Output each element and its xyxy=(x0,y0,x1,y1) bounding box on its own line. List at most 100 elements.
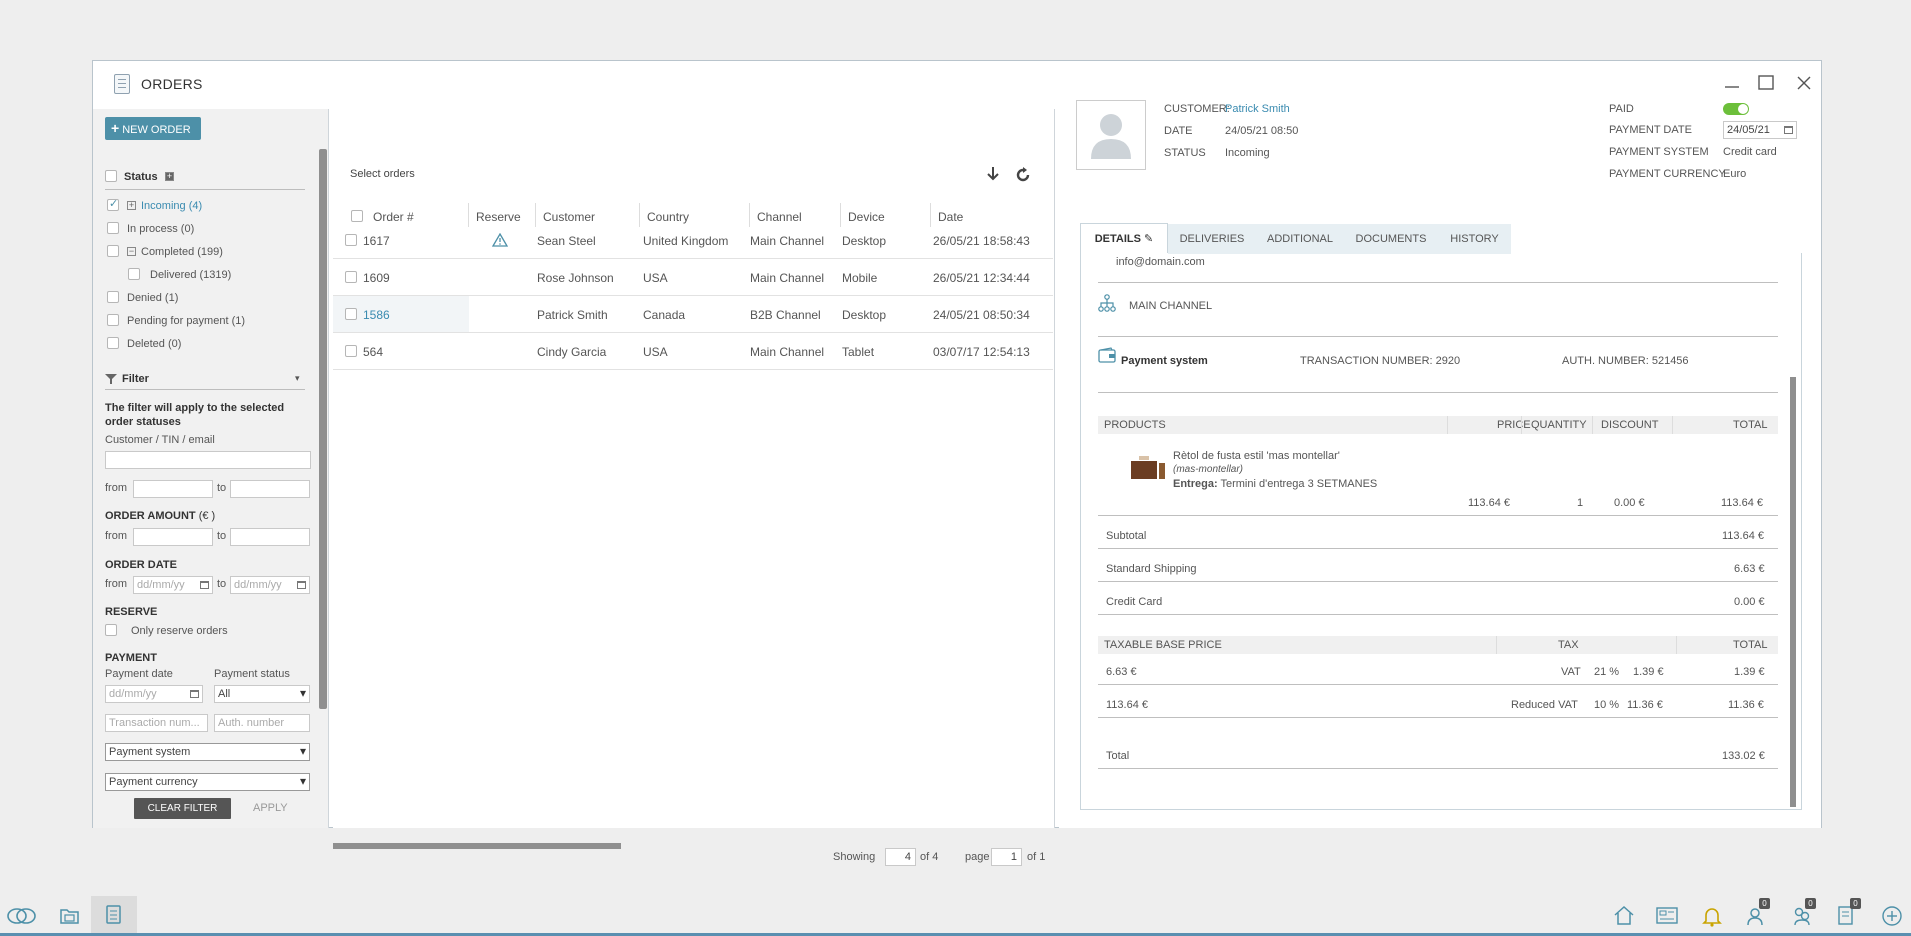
window-title: ORDERS xyxy=(141,76,203,92)
device: Desktop xyxy=(842,308,887,322)
table-row-selected[interactable]: 1586 Patrick Smith Canada B2B Channel De… xyxy=(333,296,1053,333)
status-incoming[interactable]: Incoming (4) xyxy=(141,200,202,212)
row-checkbox[interactable] xyxy=(345,271,357,283)
payment-date-input[interactable]: 24/05/21 xyxy=(1723,121,1797,139)
auth-number-input[interactable]: Auth. number xyxy=(214,714,310,732)
badge: 0 xyxy=(1850,898,1861,909)
status-delivered-checkbox[interactable] xyxy=(128,268,140,280)
calendar-icon xyxy=(1784,126,1793,134)
bell-icon[interactable] xyxy=(1700,904,1724,928)
status-incoming-checkbox[interactable] xyxy=(107,197,119,211)
payment-currency-select[interactable]: Payment currency xyxy=(105,773,310,791)
payment-currency-label: PAYMENT CURRENCY xyxy=(1609,168,1726,180)
minimize-button[interactable] xyxy=(1721,73,1743,95)
apply-button[interactable]: APPLY xyxy=(253,802,288,814)
maximize-button[interactable] xyxy=(1755,73,1777,95)
warning-icon xyxy=(492,233,508,247)
status-inprocess[interactable]: In process (0) xyxy=(127,223,194,235)
customer-from-input[interactable] xyxy=(133,480,213,498)
taskbar-orders-active[interactable] xyxy=(91,896,137,933)
status-completed[interactable]: Completed (199) xyxy=(141,246,223,258)
status-all-checkbox[interactable] xyxy=(105,170,117,182)
folder-icon[interactable] xyxy=(58,904,82,928)
add-status-icon[interactable]: + xyxy=(165,172,174,181)
download-icon[interactable] xyxy=(985,166,1001,182)
logo-icon[interactable] xyxy=(6,904,38,928)
only-reserve-checkbox[interactable] xyxy=(105,624,117,636)
refresh-icon[interactable] xyxy=(1015,167,1031,183)
order-number: 1609 xyxy=(363,271,390,285)
add-icon[interactable] xyxy=(1880,904,1904,928)
row-checkbox[interactable] xyxy=(345,308,357,320)
new-order-button[interactable]: + NEW ORDER xyxy=(105,117,201,140)
payment-date-input[interactable]: dd/mm/yy xyxy=(105,685,203,703)
row-checkbox[interactable] xyxy=(345,345,357,357)
status-deleted-checkbox[interactable] xyxy=(107,337,119,349)
date-from-input[interactable]: dd/mm/yy xyxy=(133,576,213,594)
table-row[interactable]: 1617 Sean Steel United Kingdom Main Chan… xyxy=(333,222,1053,259)
select-all-checkbox[interactable] xyxy=(351,210,363,222)
dashboard-icon[interactable] xyxy=(1655,904,1679,928)
filter-scrollbar[interactable] xyxy=(319,149,327,709)
customer-link[interactable]: Patrick Smith xyxy=(1225,103,1290,115)
showing-input[interactable]: 4 xyxy=(885,848,916,866)
taxable-base-col: TAXABLE BASE PRICE xyxy=(1104,639,1222,651)
payment-system-title: Payment system xyxy=(1121,355,1208,367)
paid-toggle[interactable] xyxy=(1723,103,1749,115)
customer-input[interactable] xyxy=(105,451,311,469)
from-label: from xyxy=(105,482,127,494)
status-delivered[interactable]: Delivered (1319) xyxy=(150,269,231,281)
calendar-icon xyxy=(200,581,209,589)
date-label: DATE xyxy=(1164,125,1193,137)
status-deleted[interactable]: Deleted (0) xyxy=(127,338,181,350)
amount-to-input[interactable] xyxy=(230,528,310,546)
payment-status-label: Payment status xyxy=(214,668,290,680)
payment-status-select[interactable]: All xyxy=(214,685,310,703)
payment-system-select[interactable]: Payment system xyxy=(105,743,310,761)
payment-date-label: PAYMENT DATE xyxy=(1609,124,1692,136)
channel: Main Channel xyxy=(750,345,825,359)
details-scrollbar[interactable] xyxy=(1790,377,1796,807)
status-pending-checkbox[interactable] xyxy=(107,314,119,326)
filter-toggle-icon[interactable]: ▾ xyxy=(295,373,300,384)
payment-system-label: PAYMENT SYSTEM xyxy=(1609,146,1709,158)
clear-filter-button[interactable]: CLEAR FILTER xyxy=(134,798,231,819)
page-input[interactable]: 1 xyxy=(991,848,1022,866)
user-icon xyxy=(1091,114,1131,159)
order-number: 1617 xyxy=(363,234,390,248)
tab-details[interactable]: DETAILS ✎ xyxy=(1080,223,1168,253)
product-price: 113.64 € xyxy=(1468,497,1511,509)
horizontal-scrollbar[interactable] xyxy=(333,843,621,849)
customer-name: Rose Johnson xyxy=(537,271,614,285)
amount-from-input[interactable] xyxy=(133,528,213,546)
page-total: of 1 xyxy=(1027,851,1046,863)
product-total: 113.64 € xyxy=(1721,497,1764,509)
table-row[interactable]: 564 Cindy Garcia USA Main Channel Tablet… xyxy=(333,333,1053,370)
table-row[interactable]: 1609 Rose Johnson USA Main Channel Mobil… xyxy=(333,259,1053,296)
collapse-icon[interactable]: − xyxy=(127,247,136,256)
row-checkbox[interactable] xyxy=(345,234,357,246)
transaction-input[interactable]: Transaction num... xyxy=(105,714,208,732)
status-denied[interactable]: Denied (1) xyxy=(127,292,178,304)
customer-name: Patrick Smith xyxy=(537,308,608,322)
creditcard-value: 0.00 € xyxy=(1734,596,1765,608)
shipping-value: 6.63 € xyxy=(1734,563,1765,575)
home-icon[interactable] xyxy=(1612,904,1636,928)
tab-documents[interactable]: DOCUMENTS xyxy=(1344,224,1438,254)
expand-icon[interactable]: + xyxy=(127,201,136,210)
customer-to-input[interactable] xyxy=(230,480,310,498)
tab-deliveries[interactable]: DELIVERIES xyxy=(1168,224,1256,254)
status-inprocess-checkbox[interactable] xyxy=(107,222,119,234)
status-completed-checkbox[interactable] xyxy=(107,245,119,257)
tab-history[interactable]: HISTORY xyxy=(1438,224,1511,254)
product-thumbnail[interactable] xyxy=(1119,455,1167,481)
tab-additional[interactable]: ADDITIONAL xyxy=(1256,224,1344,254)
close-button[interactable] xyxy=(1793,73,1815,95)
status-denied-checkbox[interactable] xyxy=(107,291,119,303)
badge: 0 xyxy=(1805,898,1816,909)
filter-note: The filter will apply to the selected or… xyxy=(105,402,285,428)
tax-name: Reduced VAT xyxy=(1511,699,1578,711)
maximize-icon xyxy=(1758,75,1774,90)
status-pending[interactable]: Pending for payment (1) xyxy=(127,315,245,327)
date-to-input[interactable]: dd/mm/yy xyxy=(230,576,310,594)
